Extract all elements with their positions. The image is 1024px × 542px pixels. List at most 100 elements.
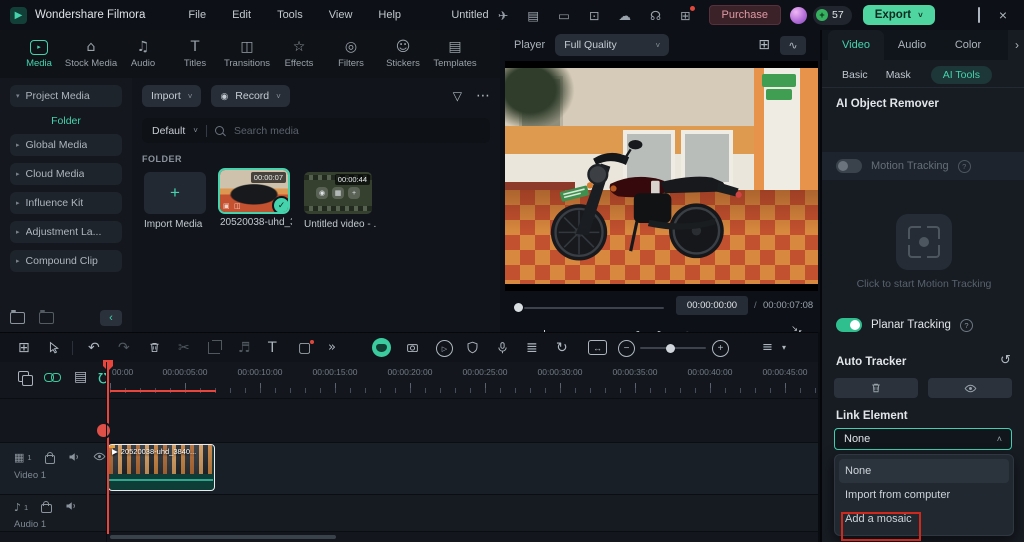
new-folder-icon[interactable]	[10, 312, 25, 324]
help-icon[interactable]: ?	[958, 160, 971, 173]
reset-icon[interactable]: ↺	[1000, 354, 1011, 367]
option-add-a-mosaic[interactable]: Add a mosaic	[835, 507, 1013, 531]
timeline-zoom-slider[interactable]	[640, 347, 706, 349]
menu-file[interactable]: File	[175, 9, 219, 21]
coin-balance[interactable]: + 57	[813, 6, 852, 25]
timeline-scrollbar[interactable]	[110, 535, 336, 539]
sidebar-item-cloud-media[interactable]: ▸Cloud Media	[10, 163, 122, 185]
purchase-button[interactable]: Purchase	[709, 5, 781, 25]
media-clip-1[interactable]: 00:00:07 ▣ ◫ ✓ 20520038-uhd_3...	[220, 170, 292, 228]
layout-icon[interactable]: ▭	[549, 8, 579, 23]
audio-track-lane[interactable]	[0, 495, 818, 531]
lock-icon[interactable]	[45, 455, 55, 464]
copy-icon[interactable]	[18, 371, 29, 382]
record-button[interactable]: ◉Record˅	[211, 85, 289, 107]
select-cursor-icon[interactable]	[48, 341, 61, 357]
seek-track[interactable]	[524, 307, 664, 309]
menu-view[interactable]: View	[316, 9, 366, 21]
tab-color[interactable]: Color	[940, 30, 996, 60]
subtab-basic[interactable]: Basic	[842, 69, 868, 81]
shield-icon[interactable]	[466, 341, 479, 357]
link-element-select[interactable]: None ˄	[834, 428, 1012, 450]
share-icon[interactable]: ✈	[489, 8, 517, 23]
undo-icon[interactable]: ↶	[88, 341, 100, 355]
cloud-upload-icon[interactable]: ☁	[609, 8, 640, 23]
track-manager-icon[interactable]: ≡	[762, 341, 773, 354]
menu-tools[interactable]: Tools	[264, 9, 316, 21]
sidebar-item-compound-clip[interactable]: ▸Compound Clip	[10, 250, 122, 272]
fit-timeline-icon[interactable]: ↔	[588, 340, 607, 355]
import-media-tile[interactable]: + Import Media	[144, 172, 206, 230]
sidebar-item-influence-kit[interactable]: ▸Influence Kit	[10, 192, 122, 214]
menu-edit[interactable]: Edit	[219, 9, 264, 21]
timeline-ruler[interactable]: 00:00 00:00:05:00 00:00:10:00 00:00:15:0…	[110, 362, 816, 398]
crop-icon[interactable]	[208, 342, 220, 354]
seek-handle[interactable]	[514, 303, 523, 312]
mosaic-face-tool-icon[interactable]	[372, 338, 391, 357]
mute-icon[interactable]	[65, 500, 77, 514]
zoom-slider-handle[interactable]	[666, 344, 675, 353]
support-icon[interactable]: ☊	[641, 8, 670, 23]
help-icon[interactable]: ?	[960, 319, 973, 332]
tab-audio[interactable]: Audio	[884, 30, 940, 60]
feedback-icon[interactable]: ▤	[518, 8, 548, 23]
sidebar-item-adjustment-layer[interactable]: ▸Adjustment La...	[10, 221, 122, 243]
audio-detach-icon[interactable]: ♬	[238, 341, 251, 355]
tab-templates[interactable]: ▤Templates	[430, 40, 480, 69]
tab-filters[interactable]: ◎Filters	[326, 40, 376, 69]
apps-grid-icon[interactable]: ⊞	[671, 8, 699, 23]
subtab-mask[interactable]: Mask	[886, 69, 911, 81]
redo-icon[interactable]: ↷	[118, 341, 130, 355]
sidebar-item-project-media[interactable]: ▾ Project Media	[10, 85, 122, 107]
media-clip-2[interactable]: ◉▦+ 00:00:44 Untitled video - ...	[304, 172, 376, 230]
save-icon[interactable]: ⊡	[580, 8, 608, 23]
more-icon[interactable]: ⋯	[476, 89, 490, 103]
option-none[interactable]: None	[839, 459, 1009, 483]
import-button[interactable]: Import˅	[142, 85, 201, 107]
show-track-button[interactable]	[928, 378, 1012, 398]
ai-camera-icon[interactable]	[406, 341, 419, 357]
voiceover-mic-icon[interactable]	[496, 341, 509, 357]
collapse-sidebar-button[interactable]: ‹	[100, 310, 122, 326]
subtitles-icon[interactable]: ≣	[526, 341, 538, 355]
subtab-ai-tools[interactable]: AI Tools	[931, 66, 992, 84]
timeline-clip[interactable]: ▶20520038-uhd_3840...	[108, 444, 215, 491]
close-button[interactable]: ×	[990, 7, 1016, 23]
track-layers-icon[interactable]: ▤	[74, 370, 87, 384]
lock-icon[interactable]	[41, 504, 52, 513]
tab-transitions[interactable]: ◫Transitions	[222, 40, 272, 69]
sidebar-item-global-media[interactable]: ▸Global Media	[10, 134, 122, 156]
scopes-icon[interactable]: ∿	[780, 36, 806, 55]
tab-audio[interactable]: ♫Audio	[118, 40, 168, 69]
pip-tool-icon[interactable]: ▢	[298, 341, 311, 355]
more-tabs-button[interactable]: ›	[1008, 30, 1024, 60]
zoom-in-icon[interactable]: +	[712, 340, 729, 357]
search-input[interactable]	[232, 124, 416, 138]
maximize-button[interactable]	[969, 8, 989, 22]
zoom-out-icon[interactable]: −	[618, 340, 635, 357]
playhead-handle[interactable]	[95, 422, 112, 439]
filter-icon[interactable]: ▽	[453, 90, 462, 102]
avatar[interactable]	[790, 7, 807, 24]
sidebar-item-folder[interactable]: Folder	[0, 115, 132, 127]
tab-effects[interactable]: ☆Effects	[274, 40, 324, 69]
auto-reframe-icon[interactable]: ↻	[556, 341, 568, 355]
text-tool-icon[interactable]: T	[268, 341, 277, 355]
chevron-down-icon[interactable]: ▾	[782, 344, 786, 352]
folder-icon[interactable]	[39, 312, 54, 324]
ai-object-remover-header[interactable]: AI Object Remover	[836, 98, 939, 110]
speed-ramp-icon[interactable]: ▷	[436, 340, 453, 357]
tab-media[interactable]: ▸ Media	[14, 40, 64, 69]
media-grid-icon[interactable]: ⊞	[18, 341, 30, 355]
menu-help[interactable]: Help	[365, 9, 414, 21]
quality-dropdown[interactable]: Full Quality˅	[555, 34, 669, 56]
export-button[interactable]: Export˅	[863, 5, 935, 25]
delete-icon[interactable]	[148, 341, 161, 357]
sort-dropdown[interactable]: Default	[152, 125, 185, 137]
playhead[interactable]	[107, 362, 109, 534]
planar-tracking-toggle[interactable]	[836, 318, 862, 332]
motion-tracking-target[interactable]	[896, 214, 952, 270]
hide-track-icon[interactable]	[93, 450, 106, 465]
link-clips-icon[interactable]	[44, 373, 60, 381]
tab-video[interactable]: Video	[828, 30, 884, 60]
